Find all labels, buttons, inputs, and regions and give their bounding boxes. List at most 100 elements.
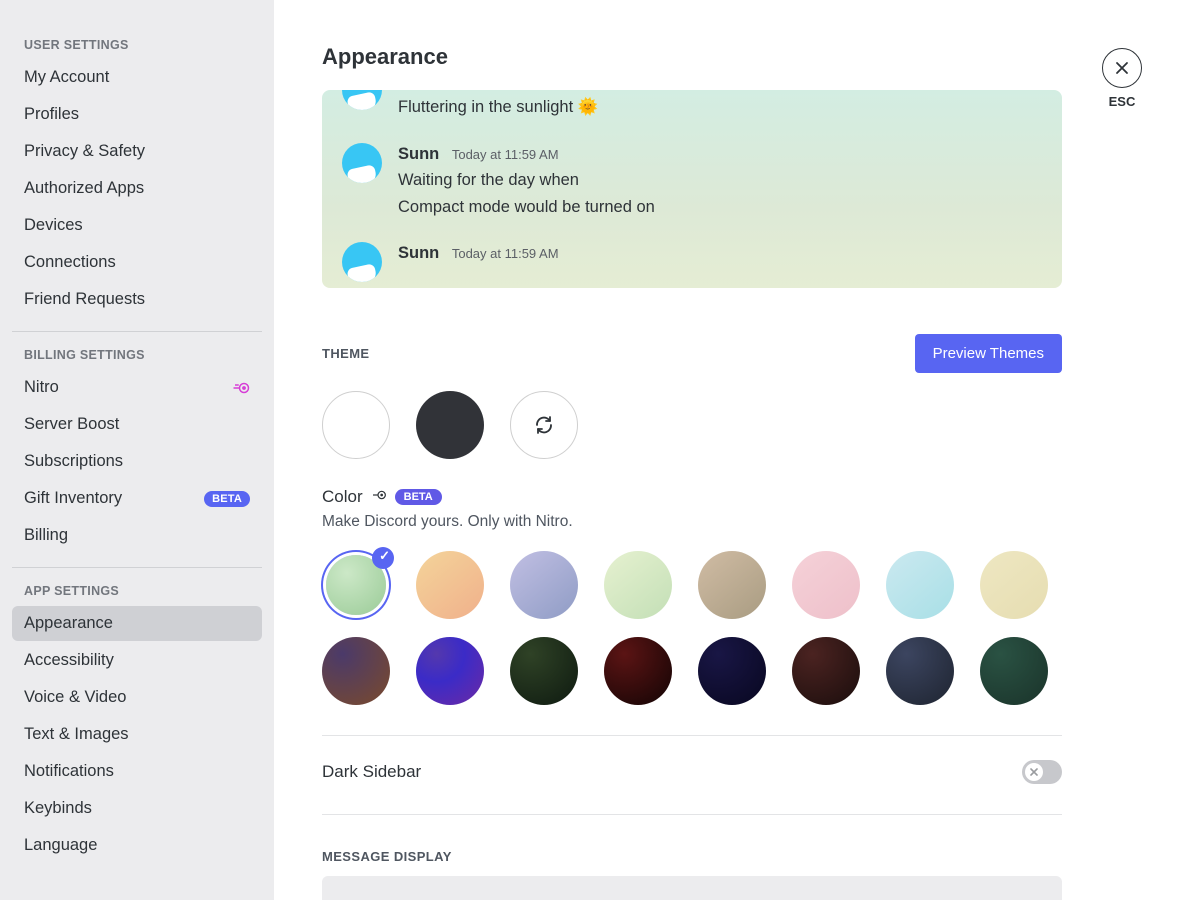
sidebar-item-profiles[interactable]: Profiles xyxy=(12,97,262,132)
x-icon xyxy=(1029,767,1039,777)
sidebar-item-label: Text & Images xyxy=(24,725,129,744)
color-swatch[interactable] xyxy=(604,637,672,705)
theme-section-title: THEME xyxy=(322,346,370,361)
color-swatch[interactable] xyxy=(326,555,386,615)
sidebar-item-label: Billing xyxy=(24,526,68,545)
sidebar-item-keybinds[interactable]: Keybinds xyxy=(12,791,262,826)
sidebar-item-voice-video[interactable]: Voice & Video xyxy=(12,680,262,715)
sidebar-item-notifications[interactable]: Notifications xyxy=(12,754,262,789)
dark-sidebar-row: Dark Sidebar xyxy=(322,760,1062,784)
sidebar-item-nitro[interactable]: Nitro xyxy=(12,370,262,405)
sidebar-item-label: Appearance xyxy=(24,614,113,633)
preview-themes-button[interactable]: Preview Themes xyxy=(915,334,1062,373)
message-text: Fluttering in the sunlight 🌞 xyxy=(398,94,650,120)
message-timestamp: Today at 11:59 AM xyxy=(452,147,559,162)
sidebar-item-label: Accessibility xyxy=(24,651,114,670)
color-swatch[interactable] xyxy=(792,551,860,619)
theme-sync[interactable] xyxy=(510,391,578,459)
avatar xyxy=(342,143,382,183)
sidebar-item-label: Subscriptions xyxy=(24,452,123,471)
divider xyxy=(322,735,1062,736)
message-text: Compact mode would be turned on xyxy=(398,194,655,220)
nitro-icon xyxy=(232,381,250,395)
sidebar-item-label: Connections xyxy=(24,253,116,272)
color-swatch[interactable] xyxy=(604,551,672,619)
section-header-app: APP SETTINGS xyxy=(12,584,262,606)
close-icon xyxy=(1114,60,1130,76)
beta-badge: BETA xyxy=(204,491,250,507)
theme-light[interactable] xyxy=(322,391,390,459)
sidebar-item-connections[interactable]: Connections xyxy=(12,245,262,280)
sidebar-item-label: Server Boost xyxy=(24,415,119,434)
preview-message: Sunn Today at 11:59 AM Waiting for the d… xyxy=(322,131,1062,230)
sidebar-divider xyxy=(12,331,262,332)
sidebar-item-my-account[interactable]: My Account xyxy=(12,60,262,95)
beta-badge: BETA xyxy=(395,489,442,505)
sidebar-item-label: Authorized Apps xyxy=(24,179,144,198)
theme-options xyxy=(322,391,1152,459)
avatar xyxy=(342,242,382,282)
color-swatch[interactable] xyxy=(698,551,766,619)
message-display-section-title: MESSAGE DISPLAY xyxy=(322,849,1152,864)
sidebar-item-authorized-apps[interactable]: Authorized Apps xyxy=(12,171,262,206)
sidebar-item-label: Friend Requests xyxy=(24,290,145,309)
dark-sidebar-label: Dark Sidebar xyxy=(322,762,421,782)
sidebar-item-text-images[interactable]: Text & Images xyxy=(12,717,262,752)
theme-dark[interactable] xyxy=(416,391,484,459)
preview-message: Sunn Today at 11:59 AM xyxy=(322,230,1062,288)
sync-icon xyxy=(532,413,556,437)
toggle-knob xyxy=(1025,763,1043,781)
divider xyxy=(322,814,1062,815)
color-swatch[interactable] xyxy=(792,637,860,705)
message-timestamp: Today at 11:59 AM xyxy=(452,246,559,261)
sidebar-item-label: Notifications xyxy=(24,762,114,781)
color-header: Color BETA xyxy=(322,487,1152,507)
color-swatch[interactable] xyxy=(886,637,954,705)
section-header-user: USER SETTINGS xyxy=(12,38,262,60)
close-container: ESC xyxy=(1102,48,1142,109)
sidebar-item-label: My Account xyxy=(24,68,109,87)
message-username: Sunn xyxy=(398,145,439,163)
sidebar-item-friend-requests[interactable]: Friend Requests xyxy=(12,282,262,317)
preview-message: Look at me I'm a beautiful butterfly Flu… xyxy=(322,90,1062,131)
color-swatch[interactable] xyxy=(322,637,390,705)
sidebar-item-server-boost[interactable]: Server Boost xyxy=(12,407,262,442)
sidebar-item-appearance[interactable]: Appearance xyxy=(12,606,262,641)
main-content: ESC Appearance Look at me I'm a beautifu… xyxy=(274,0,1200,900)
sidebar-divider xyxy=(12,567,262,568)
color-label: Color xyxy=(322,487,363,507)
sidebar-item-devices[interactable]: Devices xyxy=(12,208,262,243)
sidebar-item-label: Gift Inventory xyxy=(24,489,122,508)
sidebar-item-label: Profiles xyxy=(24,105,79,124)
sidebar-item-label: Voice & Video xyxy=(24,688,126,707)
message-username: Sunn xyxy=(398,244,439,262)
close-label: ESC xyxy=(1102,94,1142,109)
color-swatch[interactable] xyxy=(698,637,766,705)
sidebar-item-accessibility[interactable]: Accessibility xyxy=(12,643,262,678)
chat-preview: Look at me I'm a beautiful butterfly Flu… xyxy=(322,90,1062,288)
color-swatch[interactable] xyxy=(510,551,578,619)
sidebar-item-subscriptions[interactable]: Subscriptions xyxy=(12,444,262,479)
color-swatch[interactable] xyxy=(980,551,1048,619)
sidebar-item-label: Language xyxy=(24,836,97,855)
sidebar-item-privacy[interactable]: Privacy & Safety xyxy=(12,134,262,169)
sidebar-item-label: Devices xyxy=(24,216,83,235)
avatar xyxy=(342,90,382,110)
settings-sidebar: USER SETTINGS My Account Profiles Privac… xyxy=(0,0,274,900)
page-title: Appearance xyxy=(322,44,1152,70)
sidebar-item-label: Keybinds xyxy=(24,799,92,818)
color-swatch[interactable] xyxy=(510,637,578,705)
sidebar-item-gift-inventory[interactable]: Gift Inventory BETA xyxy=(12,481,262,516)
color-swatch[interactable] xyxy=(416,551,484,619)
color-swatch[interactable] xyxy=(886,551,954,619)
color-swatch-grid xyxy=(322,551,1062,705)
color-description: Make Discord yours. Only with Nitro. xyxy=(322,513,1152,531)
sidebar-item-label: Privacy & Safety xyxy=(24,142,145,161)
message-text: Waiting for the day when xyxy=(398,167,655,193)
dark-sidebar-toggle[interactable] xyxy=(1022,760,1062,784)
color-swatch[interactable] xyxy=(416,637,484,705)
color-swatch[interactable] xyxy=(980,637,1048,705)
sidebar-item-language[interactable]: Language xyxy=(12,828,262,863)
sidebar-item-billing[interactable]: Billing xyxy=(12,518,262,553)
close-button[interactable] xyxy=(1102,48,1142,88)
